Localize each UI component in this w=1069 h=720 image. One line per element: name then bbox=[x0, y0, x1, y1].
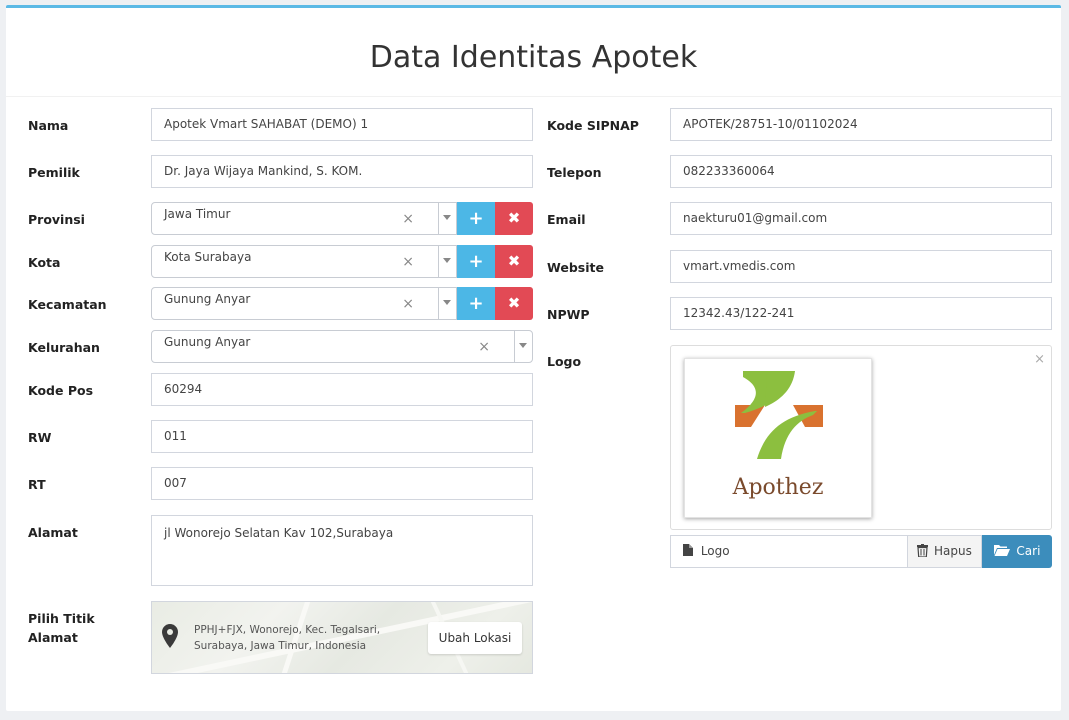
file-icon bbox=[683, 544, 693, 556]
trash-icon bbox=[917, 544, 929, 558]
page-title: Data Identitas Apotek bbox=[6, 8, 1061, 97]
kecamatan-select[interactable]: Gunung Anyar × bbox=[151, 287, 457, 320]
provinsi-select[interactable]: Jawa Timur × bbox=[151, 202, 457, 235]
hapus-label: Hapus bbox=[933, 544, 972, 558]
kodepos-input[interactable]: 60294 bbox=[151, 373, 533, 406]
kelurahan-value: Gunung Anyar bbox=[164, 335, 251, 349]
logo-label: Logo bbox=[547, 354, 582, 369]
titik-label-line2: Alamat bbox=[28, 630, 78, 645]
kecamatan-label: Kecamatan bbox=[28, 297, 107, 312]
email-input[interactable]: naekturu01@gmail.com bbox=[670, 202, 1052, 235]
remove-provinsi-button[interactable]: ✖ bbox=[495, 202, 533, 235]
hapus-button[interactable]: Hapus bbox=[907, 535, 982, 568]
kota-select[interactable]: Kota Surabaya × bbox=[151, 245, 457, 278]
logo-preview-box: Apothez × bbox=[670, 345, 1052, 530]
kelurahan-select[interactable]: Gunung Anyar × bbox=[151, 330, 533, 363]
chevron-down-icon[interactable] bbox=[519, 343, 527, 348]
titik-label-line1: Pilih Titik bbox=[28, 611, 95, 626]
add-kota-button[interactable]: + bbox=[457, 245, 495, 278]
nama-label: Nama bbox=[28, 118, 69, 133]
map-address: PPHJ+FJX, Wonorejo, Kec. Tegalsari, Sura… bbox=[194, 624, 381, 652]
location-map[interactable]: PPHJ+FJX, Wonorejo, Kec. Tegalsari, Sura… bbox=[151, 601, 533, 674]
chevron-down-icon[interactable] bbox=[443, 300, 451, 305]
alamat-label: Alamat bbox=[28, 525, 78, 540]
pemilik-input[interactable]: Dr. Jaya Wijaya Mankind, S. KOM. bbox=[151, 155, 533, 188]
logo-image: Apothez bbox=[684, 358, 872, 518]
select-divider bbox=[438, 288, 439, 319]
logo-file-row: Logo Hapus Cari bbox=[670, 535, 1052, 568]
select-divider bbox=[514, 331, 515, 362]
kecamatan-value: Gunung Anyar bbox=[164, 292, 251, 306]
cari-button[interactable]: Cari bbox=[982, 535, 1052, 568]
apothez-mark-icon bbox=[735, 371, 823, 459]
website-label: Website bbox=[547, 260, 604, 275]
website-input[interactable]: vmart.vmedis.com bbox=[670, 250, 1052, 283]
nama-input[interactable]: Apotek Vmart SAHABAT (DEMO) 1 bbox=[151, 108, 533, 141]
alamat-textarea[interactable]: jl Wonorejo Selatan Kav 102,Surabaya bbox=[151, 515, 533, 586]
add-provinsi-button[interactable]: + bbox=[457, 202, 495, 235]
remove-kota-button[interactable]: ✖ bbox=[495, 245, 533, 278]
kodepos-label: Kode Pos bbox=[28, 383, 94, 398]
select-divider bbox=[438, 203, 439, 234]
remove-logo-icon[interactable]: × bbox=[1034, 352, 1045, 367]
npwp-input[interactable]: 12342.43/122-241 bbox=[670, 297, 1052, 330]
folder-open-icon bbox=[993, 545, 1010, 556]
ubah-lokasi-button[interactable]: Ubah Lokasi bbox=[428, 622, 522, 654]
remove-kecamatan-button[interactable]: ✖ bbox=[495, 287, 533, 320]
rt-input[interactable]: 007 bbox=[151, 467, 533, 500]
logo-file-name: Logo bbox=[700, 544, 730, 558]
clear-icon[interactable]: × bbox=[478, 339, 490, 355]
npwp-label: NPWP bbox=[547, 307, 590, 322]
provinsi-label: Provinsi bbox=[28, 212, 85, 227]
clear-icon[interactable]: × bbox=[402, 211, 414, 227]
provinsi-value: Jawa Timur bbox=[164, 207, 231, 221]
chevron-down-icon[interactable] bbox=[443, 215, 451, 220]
logo-file-field[interactable]: Logo bbox=[670, 535, 907, 568]
telepon-input[interactable]: 082233360064 bbox=[670, 155, 1052, 188]
kota-label: Kota bbox=[28, 255, 61, 270]
sipnap-input[interactable]: APOTEK/28751-10/01102024 bbox=[670, 108, 1052, 141]
add-kecamatan-button[interactable]: + bbox=[457, 287, 495, 320]
sipnap-label: Kode SIPNAP bbox=[547, 118, 639, 133]
chevron-down-icon[interactable] bbox=[443, 258, 451, 263]
clear-icon[interactable]: × bbox=[402, 296, 414, 312]
kota-value: Kota Surabaya bbox=[164, 250, 252, 264]
kelurahan-label: Kelurahan bbox=[28, 340, 100, 355]
map-pin-icon bbox=[162, 624, 178, 651]
email-label: Email bbox=[547, 212, 586, 227]
logo-brand-text: Apothez bbox=[732, 475, 824, 500]
rt-label: RT bbox=[28, 477, 46, 492]
pemilik-label: Pemilik bbox=[28, 165, 80, 180]
rw-label: RW bbox=[28, 430, 52, 445]
select-divider bbox=[438, 246, 439, 277]
telepon-label: Telepon bbox=[547, 165, 602, 180]
rw-input[interactable]: 011 bbox=[151, 420, 533, 453]
identity-panel: Data Identitas Apotek Nama Apotek Vmart … bbox=[6, 5, 1061, 711]
cari-label: Cari bbox=[1016, 544, 1041, 558]
clear-icon[interactable]: × bbox=[402, 254, 414, 270]
